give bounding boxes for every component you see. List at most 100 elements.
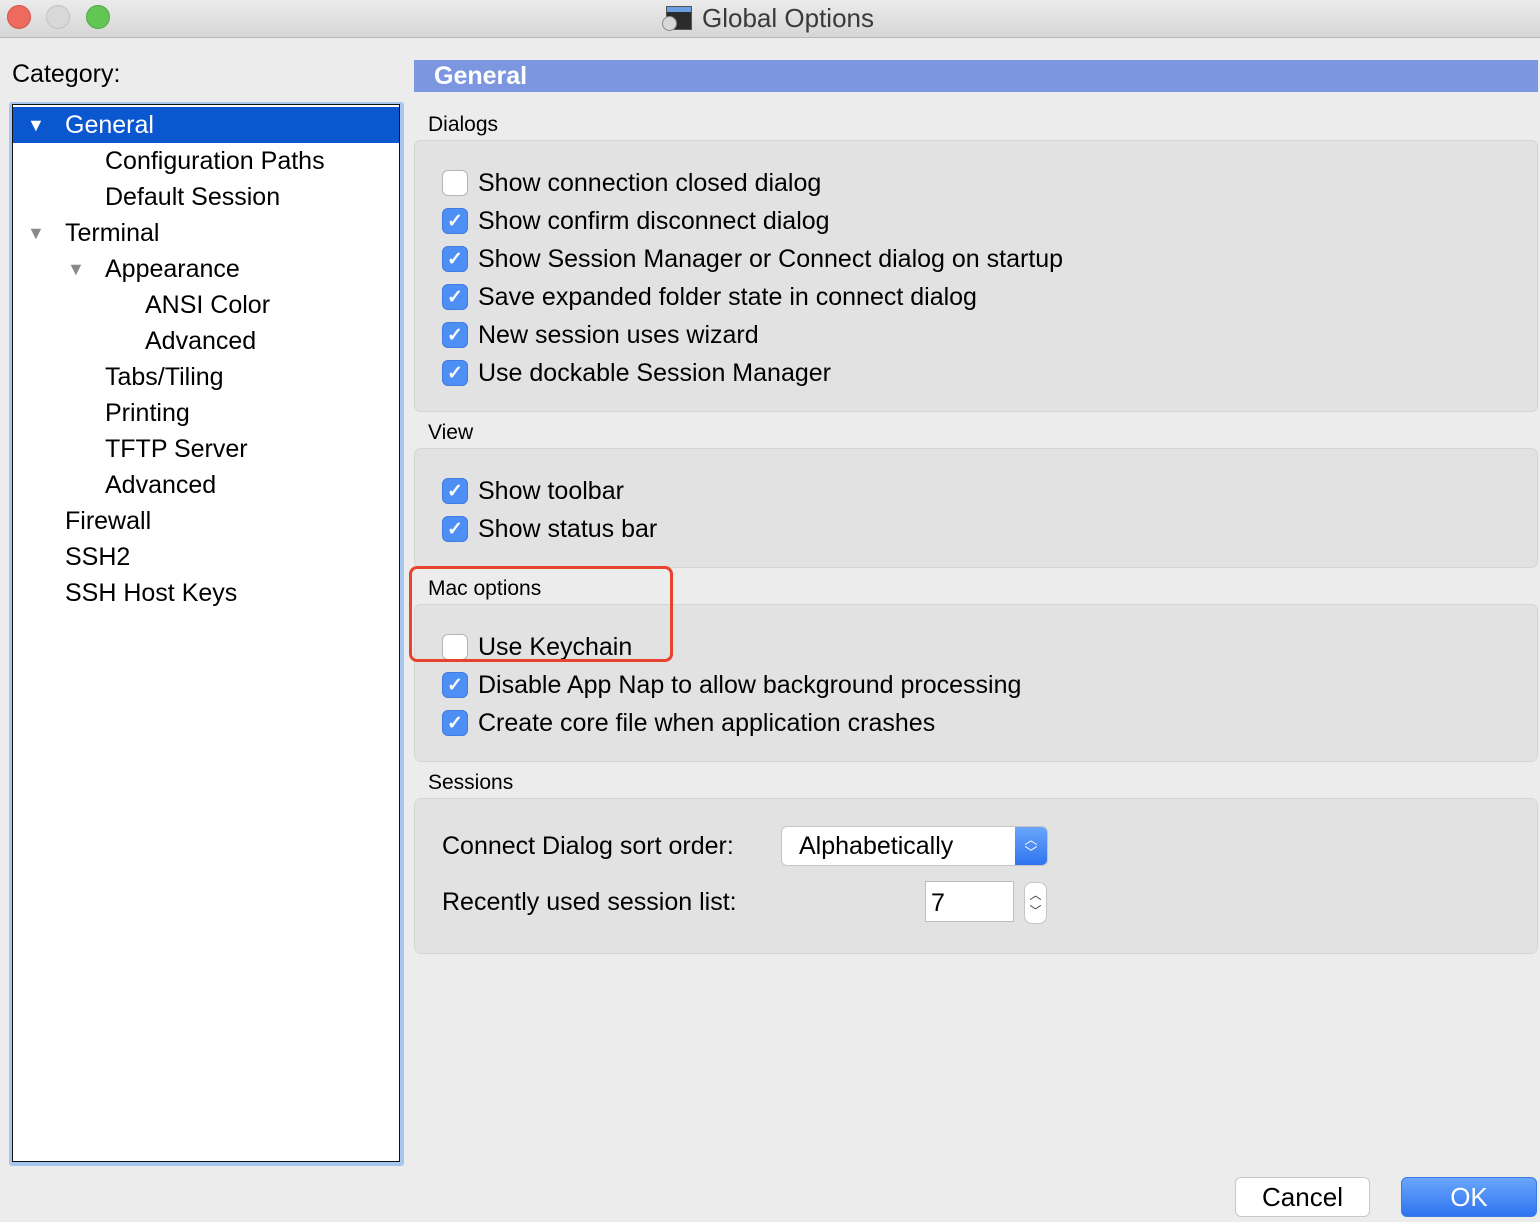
checkmark-icon: ✓ [447,674,463,696]
checkbox-checked[interactable]: ✓ [442,284,468,310]
tree-item-label: Configuration Paths [105,146,325,175]
sort-order-select[interactable]: Alphabetically ︿ ﹀ [781,826,1048,866]
checkbox-checked[interactable]: ✓ [442,478,468,504]
stepper-up-icon[interactable]: ︿ [1029,887,1041,903]
checkmark-icon: ✓ [447,248,463,270]
tree-item-label: General [65,110,154,139]
option-show-connection-closed-dialog[interactable]: Show connection closed dialog [442,167,821,199]
ok-button[interactable]: OK [1401,1177,1537,1217]
window-title-group: Global Options [662,3,874,33]
option-use-keychain[interactable]: Use Keychain [442,631,632,663]
option-label: Show connection closed dialog [478,168,822,197]
tree-item-tabs-tiling[interactable]: Tabs/Tiling [13,359,399,395]
stepper-down-icon[interactable]: ﹀ [1029,903,1041,919]
tree-item-ssh-host-keys[interactable]: SSH Host Keys [13,575,399,611]
tree-item-label: Advanced [145,326,257,355]
sort-order-value: Alphabetically [799,832,954,860]
section-label-view: View [428,421,474,444]
tree-item-ansi-color[interactable]: ANSI Color [13,287,399,323]
checkbox-checked[interactable]: ✓ [442,246,468,272]
option-show-confirm-disconnect-dialog[interactable]: ✓ Show confirm disconnect dialog [442,205,830,237]
tree-item-label: Printing [105,398,190,427]
checkbox-checked[interactable]: ✓ [442,360,468,386]
tree-item-firewall[interactable]: Firewall [13,503,399,539]
option-label: Disable App Nap to allow background proc… [478,670,1022,699]
group-sessions [414,798,1538,954]
option-create-core-file[interactable]: ✓ Create core file when application cras… [442,707,935,739]
tree-item-label: ANSI Color [145,290,271,319]
checkbox-unchecked[interactable] [442,170,468,196]
option-label: Show Session Manager or Connect dialog o… [478,244,1064,273]
checkbox-checked[interactable]: ✓ [442,208,468,234]
option-use-dockable-session-manager[interactable]: ✓ Use dockable Session Manager [442,357,831,389]
app-lock-window-icon [662,4,692,32]
checkmark-icon: ✓ [447,518,463,540]
option-label: Use Keychain [478,632,633,661]
cancel-button[interactable]: Cancel [1235,1177,1370,1217]
tree-item-default-session[interactable]: Default Session [13,179,399,215]
checkmark-icon: ✓ [447,286,463,308]
option-label: Save expanded folder state in connect di… [478,282,977,311]
tree-item-printing[interactable]: Printing [13,395,399,431]
disclosure-triangle-icon[interactable]: ▼ [67,259,85,280]
option-label: Create core file when application crashe… [478,708,936,737]
tree-item-label: Firewall [65,506,152,535]
checkmark-icon: ✓ [447,324,463,346]
minimize-window-button[interactable] [46,5,70,29]
checkmark-icon: ✓ [447,362,463,384]
checkbox-checked[interactable]: ✓ [442,322,468,348]
recent-sessions-stepper[interactable]: ︿ ﹀ [1024,882,1047,924]
sort-order-label: Connect Dialog sort order: [442,832,734,860]
tree-item-label: SSH Host Keys [65,578,238,607]
tree-item-label: Advanced [105,470,217,499]
tree-item-configuration-paths[interactable]: Configuration Paths [13,143,399,179]
group-view [414,448,1538,568]
tree-item-label: Tabs/Tiling [105,362,224,391]
checkbox-unchecked[interactable] [442,634,468,660]
tree-item-label: Appearance [105,254,240,283]
tree-item-ssh2[interactable]: SSH2 [13,539,399,575]
checkbox-checked[interactable]: ✓ [442,672,468,698]
checkmark-icon: ✓ [447,480,463,502]
tree-item-general[interactable]: ▼ General [13,107,399,143]
checkmark-icon: ✓ [447,210,463,232]
category-tree[interactable]: ▼ General Configuration Paths Default Se… [12,104,400,1162]
tree-item-appearance-advanced[interactable]: Advanced [13,323,399,359]
tree-item-label: Terminal [65,218,160,247]
option-label: New session uses wizard [478,320,759,349]
panel-header: General [414,60,1538,92]
tree-item-label: Default Session [105,182,281,211]
checkbox-checked[interactable]: ✓ [442,516,468,542]
option-disable-app-nap[interactable]: ✓ Disable App Nap to allow background pr… [442,669,1021,701]
section-label-dialogs: Dialogs [428,113,499,136]
section-label-mac-options: Mac options [428,577,542,600]
option-show-session-manager-on-startup[interactable]: ✓ Show Session Manager or Connect dialog… [442,243,1063,275]
recent-sessions-label: Recently used session list: [442,888,737,916]
disclosure-triangle-icon[interactable]: ▼ [27,223,45,244]
tree-item-appearance[interactable]: ▼ Appearance [13,251,399,287]
panel-title: General [434,62,528,90]
tree-item-label: TFTP Server [105,434,248,463]
tree-item-terminal[interactable]: ▼ Terminal [13,215,399,251]
option-new-session-uses-wizard[interactable]: ✓ New session uses wizard [442,319,759,351]
recent-sessions-input[interactable] [925,881,1014,922]
option-show-toolbar[interactable]: ✓ Show toolbar [442,475,624,507]
tree-item-terminal-advanced[interactable]: Advanced [13,467,399,503]
window-title: Global Options [702,2,874,33]
category-label: Category: [12,60,121,88]
option-save-expanded-folder-state[interactable]: ✓ Save expanded folder state in connect … [442,281,977,313]
section-label-sessions: Sessions [428,771,514,794]
tree-item-tftp-server[interactable]: TFTP Server [13,431,399,467]
title-bar: Global Options [0,0,1540,38]
option-label: Show status bar [478,514,658,543]
checkmark-icon: ✓ [447,712,463,734]
close-window-button[interactable] [7,5,31,29]
checkbox-checked[interactable]: ✓ [442,710,468,736]
tree-item-label: SSH2 [65,542,131,571]
option-label: Show toolbar [478,476,624,505]
disclosure-triangle-icon[interactable]: ▼ [27,115,45,136]
zoom-window-button[interactable] [86,5,110,29]
option-show-status-bar[interactable]: ✓ Show status bar [442,513,657,545]
option-label: Use dockable Session Manager [478,358,831,387]
option-label: Show confirm disconnect dialog [478,206,830,235]
